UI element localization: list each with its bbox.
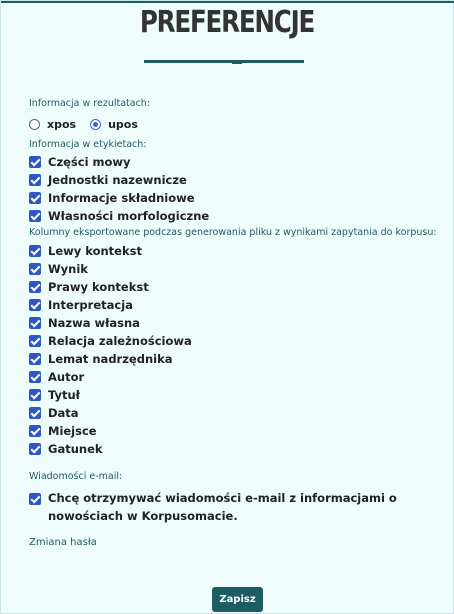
page-title: PREFERENCJE [139, 5, 315, 40]
checkbox-checked[interactable] [29, 353, 41, 365]
checkbox-checked[interactable] [29, 281, 41, 293]
checkbox-checked[interactable] [29, 263, 41, 275]
export-checkbox-row[interactable]: Interpretacja [29, 296, 439, 314]
export-checkbox-row[interactable]: Prawy kontekst [29, 278, 439, 296]
preferences-form: Informacja w rezultatach: xpos upos Info… [29, 97, 439, 549]
export-checkbox-row[interactable]: Lemat nadrzędnika [29, 350, 439, 368]
export-checkbox-label: Data [48, 406, 79, 420]
checkbox-checked[interactable] [29, 389, 41, 401]
email-opt-in[interactable]: Chcę otrzymywać wiadomości e-mail z info… [29, 489, 439, 525]
tag-checkbox-label: Informacje składniowe [48, 191, 195, 205]
tag-checkbox-row[interactable]: Własności morfologiczne [29, 207, 439, 225]
tags-checkbox-list: Części mowy Jednostki nazewnicze Informacj… [29, 153, 439, 225]
checkbox-checked[interactable] [29, 407, 41, 419]
checkbox-checked[interactable] [29, 425, 41, 437]
tag-checkbox-row[interactable]: Informacje składniowe [29, 189, 439, 207]
email-label: Wiadomości e-mail: [29, 471, 123, 482]
tag-checkbox-label: Własności morfologiczne [48, 209, 210, 223]
export-checkbox-label: Autor [48, 370, 85, 384]
checkbox-checked[interactable] [29, 299, 41, 311]
export-checkbox-label: Gatunek [48, 442, 103, 456]
checkbox-checked[interactable] [29, 210, 41, 222]
email-opt-in-text: Chcę otrzymywać wiadomości e-mail z info… [48, 491, 397, 523]
export-checkbox-label: Miejsce [48, 424, 97, 438]
export-checkbox-row[interactable]: Data [29, 404, 439, 422]
checkbox-checked[interactable] [29, 245, 41, 257]
export-checkbox-row[interactable]: Miejsce [29, 422, 439, 440]
checkbox-checked[interactable] [29, 174, 41, 186]
title-underline [144, 60, 304, 64]
export-label: Kolumny eksportowane podczas generowania… [29, 227, 437, 238]
checkbox-checked[interactable] [29, 192, 41, 204]
tag-checkbox-label: Jednostki nazewnicze [48, 173, 187, 187]
export-checkbox-label: Interpretacja [48, 298, 133, 312]
export-checkbox-label: Lemat nadrzędnika [48, 352, 173, 366]
export-checkbox-row[interactable]: Relacja zależnościowa [29, 332, 439, 350]
email-checkbox[interactable] [29, 493, 41, 505]
radio-xpos-circle[interactable] [29, 118, 40, 130]
export-checkbox-label: Relacja zależnościowa [48, 334, 192, 348]
export-checkbox-label: Lewy kontekst [48, 244, 142, 258]
radio-upos-circle[interactable] [90, 118, 102, 130]
tags-label: Informacja w etykietach: [29, 139, 147, 150]
results-label: Informacja w rezultatach: [29, 98, 151, 109]
top-border [1, 1, 454, 3]
change-password-link[interactable]: Zmiana hasła [29, 537, 97, 548]
export-checkbox-label: Tytuł [48, 388, 80, 402]
export-checkbox-label: Wynik [48, 262, 88, 276]
radio-upos-label: upos [108, 117, 138, 131]
checkbox-checked[interactable] [29, 156, 41, 168]
save-button[interactable]: Zapisz [212, 587, 263, 612]
export-checkbox-row[interactable]: Nazwa własna [29, 314, 439, 332]
checkbox-checked[interactable] [29, 443, 41, 455]
export-checkbox-label: Nazwa własna [48, 316, 140, 330]
export-checkbox-row[interactable]: Lewy kontekst [29, 242, 439, 260]
export-checkbox-label: Prawy kontekst [48, 280, 149, 294]
export-checkbox-row[interactable]: Wynik [29, 260, 439, 278]
tag-checkbox-row[interactable]: Części mowy [29, 153, 439, 171]
radio-xpos-label: xpos [47, 117, 77, 131]
checkbox-checked[interactable] [29, 371, 41, 383]
export-checkbox-row[interactable]: Gatunek [29, 440, 439, 458]
results-radio-group: xpos upos [29, 114, 439, 134]
checkbox-checked[interactable] [29, 335, 41, 347]
checkbox-checked[interactable] [29, 317, 41, 329]
export-checkbox-row[interactable]: Tytuł [29, 386, 439, 404]
export-checkbox-row[interactable]: Autor [29, 368, 439, 386]
export-checkbox-list: Lewy kontekst Wynik Prawy kontekst Interpre… [29, 242, 439, 458]
radio-xpos[interactable]: xpos [29, 118, 76, 131]
tag-checkbox-row[interactable]: Jednostki nazewnicze [29, 171, 439, 189]
tag-checkbox-label: Części mowy [48, 155, 131, 169]
radio-upos[interactable]: upos [90, 118, 138, 131]
